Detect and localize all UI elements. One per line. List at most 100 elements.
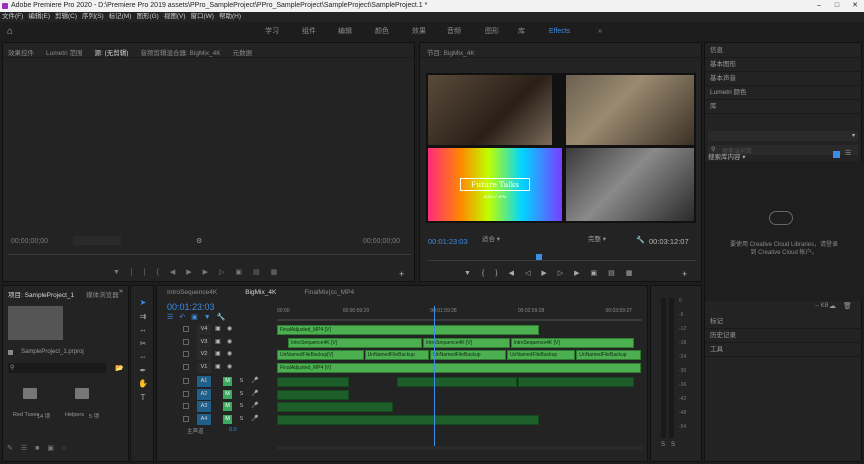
audio-clip[interactable] xyxy=(277,377,349,387)
solo-button[interactable]: S xyxy=(237,402,246,411)
menu-item[interactable]: 帮助(H) xyxy=(219,13,241,20)
workspace-tab[interactable]: 颜色 xyxy=(375,22,389,42)
eye-icon[interactable]: ◉ xyxy=(227,325,232,332)
master-volume-value[interactable]: 0.0 xyxy=(229,427,237,433)
mic-icon[interactable]: 🎤 xyxy=(251,415,258,422)
wrench-icon[interactable]: 🔧 xyxy=(636,236,645,244)
timeline-scrollbar[interactable] xyxy=(277,446,642,450)
right-panel-lower-item[interactable]: 标记 xyxy=(705,315,863,329)
sync-lock-icon[interactable]: ▣ xyxy=(215,363,221,370)
solo-button[interactable]: S xyxy=(237,415,246,424)
source-tab[interactable]: 元数据 xyxy=(233,50,253,57)
program-playhead[interactable] xyxy=(536,254,542,260)
program-add-button-icon[interactable]: + xyxy=(682,269,687,279)
razor-tool-icon[interactable]: ✂ xyxy=(136,337,150,351)
track-name[interactable]: A4 xyxy=(197,413,211,425)
time-ruler[interactable]: 00:00 00:00:59:29 00:01:59:28 00:02:59:28 00… xyxy=(277,306,642,319)
right-panel-lower-item[interactable]: 工具 xyxy=(705,343,863,357)
source-tab[interactable]: Lumetri 范围 xyxy=(46,50,82,57)
home-icon[interactable]: ⌂ xyxy=(7,26,13,37)
meter-solo-left[interactable]: S xyxy=(661,442,665,448)
video-clip[interactable]: UnNamedFileBackup xyxy=(576,350,641,360)
work-area-bar[interactable] xyxy=(277,319,642,321)
video-clip[interactable]: IntroSequence4K [V] xyxy=(423,337,510,348)
track-name[interactable]: V1 xyxy=(197,361,211,373)
bin-folder-icon[interactable] xyxy=(23,388,37,399)
mic-icon[interactable]: 🎤 xyxy=(251,377,258,384)
timeline-timecode[interactable]: 00:01:23:03 xyxy=(167,302,215,312)
track-name[interactable]: V4 xyxy=(197,324,211,335)
mute-button[interactable]: M xyxy=(223,377,232,386)
video-clip[interactable]: UnNamedFileBackup xyxy=(364,350,430,360)
panel-overflow-icon[interactable]: » xyxy=(119,288,123,295)
workspace-tab[interactable]: 音频 xyxy=(447,22,461,42)
bin-folder-icon[interactable] xyxy=(75,388,89,399)
track-name[interactable]: A1 xyxy=(197,376,211,387)
source-tab[interactable]: 音频剪辑混合器: BigMix_4K xyxy=(140,50,220,57)
program-scrubber[interactable] xyxy=(428,260,696,261)
timeline-playhead[interactable] xyxy=(433,306,435,446)
workspace-tab[interactable]: 图形 xyxy=(485,22,499,42)
menu-item[interactable]: 窗口(W) xyxy=(191,13,214,20)
timeline-tab[interactable]: BigMix_4K xyxy=(245,289,276,296)
source-tab[interactable]: 效果控件 xyxy=(8,50,34,57)
right-panel-item[interactable]: 基本图形 xyxy=(705,58,863,72)
timeline-toolbar[interactable]: ☰↶▣▼🔧 xyxy=(167,313,267,321)
track-lock-icon[interactable] xyxy=(183,363,189,370)
track-lock-icon[interactable] xyxy=(183,403,189,409)
source-scrubber[interactable] xyxy=(8,254,411,255)
ripple-edit-tool-icon[interactable]: ↔ xyxy=(136,323,150,337)
bin-name[interactable]: Red Tuxes xyxy=(13,412,39,418)
mute-button[interactable]: M xyxy=(223,389,232,399)
audio-clip[interactable] xyxy=(397,377,517,387)
workspace-tab[interactable]: 编辑 xyxy=(338,22,352,42)
new-bin-icon[interactable]: 📂 xyxy=(115,364,124,372)
minimize-icon[interactable]: – xyxy=(810,0,828,12)
menu-item[interactable]: 视图(V) xyxy=(164,13,186,20)
mic-icon[interactable]: 🎤 xyxy=(251,390,258,397)
library-filter-label[interactable]: 搜索库内容 ▾ xyxy=(708,151,746,161)
track-lock-icon[interactable] xyxy=(183,351,189,357)
audio-clip[interactable] xyxy=(277,414,539,425)
workspace-tab[interactable]: 组件 xyxy=(302,22,316,42)
video-clip[interactable]: IntroSequence4K [V] xyxy=(287,337,422,348)
mute-button[interactable]: M xyxy=(223,414,232,424)
track-lock-icon[interactable] xyxy=(183,390,189,397)
mute-button[interactable]: M xyxy=(223,402,232,411)
track-name[interactable]: A3 xyxy=(197,401,211,412)
video-clip[interactable]: UnNamedFileBackup xyxy=(430,350,506,360)
right-panel-item[interactable]: 库 xyxy=(705,100,863,114)
cloud-sync-icon[interactable]: ☁ xyxy=(829,302,836,310)
track-lock-icon[interactable] xyxy=(183,326,189,332)
menu-item[interactable]: 文件(F) xyxy=(2,13,23,20)
workspace-tab[interactable]: Effects xyxy=(549,22,570,42)
settings-icon[interactable]: ⚙ xyxy=(196,237,202,245)
type-tool-icon[interactable]: T xyxy=(136,391,150,405)
timeline-tab[interactable]: IntroSequence4K xyxy=(167,289,217,296)
sync-lock-icon[interactable]: ▣ xyxy=(215,325,221,332)
selection-tool-icon[interactable]: ➤ xyxy=(136,296,150,310)
track-name[interactable]: V2 xyxy=(197,349,211,360)
track-lock-icon[interactable] xyxy=(183,378,189,384)
video-clip[interactable]: UnNamedFileBackup[V] xyxy=(277,350,364,360)
menu-item[interactable]: 图形(G) xyxy=(136,13,158,20)
menu-item[interactable]: 剪辑(C) xyxy=(55,13,77,20)
project-tab[interactable]: 媒体浏览器 xyxy=(86,292,119,299)
project-tab[interactable]: 项目: SampleProject_1 xyxy=(8,292,74,299)
menu-item[interactable]: 标记(M) xyxy=(109,13,132,20)
tool-icons[interactable]: ➤ ⇉ ↔ ✂ ⇔ ✒ ✋ T xyxy=(136,296,150,404)
track-name[interactable]: A2 xyxy=(197,388,211,400)
track-name[interactable]: V3 xyxy=(197,336,211,348)
right-panel-item[interactable]: Lumetri 颜色 xyxy=(705,86,863,100)
slip-tool-icon[interactable]: ⇔ xyxy=(136,350,150,364)
workspace-tab[interactable]: 效果 xyxy=(412,22,426,42)
project-search-input[interactable]: ⚲ xyxy=(8,363,106,373)
track-select-tool-icon[interactable]: ⇉ xyxy=(136,310,150,324)
maximize-icon[interactable]: □ xyxy=(828,0,846,12)
audio-clip[interactable] xyxy=(277,389,349,400)
hand-tool-icon[interactable]: ✋ xyxy=(136,377,150,391)
menu-item[interactable]: 编辑(E) xyxy=(28,13,50,20)
source-zoom-select[interactable] xyxy=(73,236,121,245)
trash-icon[interactable]: 🗑 xyxy=(843,302,852,310)
eye-icon[interactable]: ◉ xyxy=(227,363,232,370)
